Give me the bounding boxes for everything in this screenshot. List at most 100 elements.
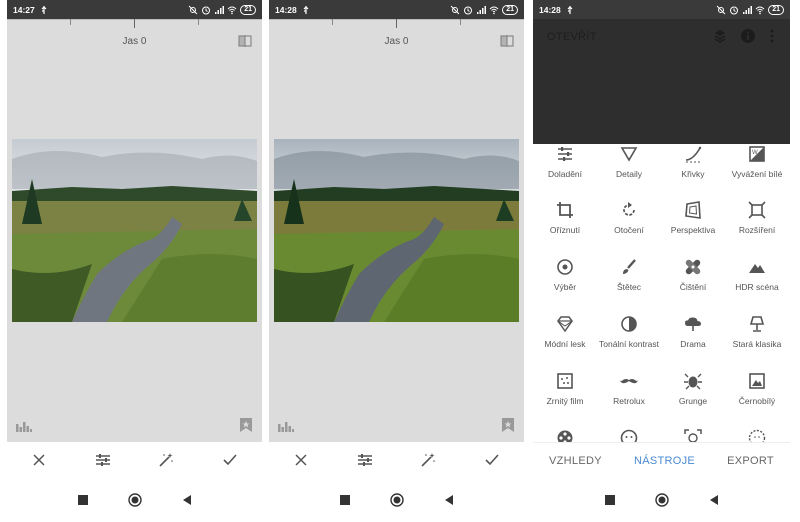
cancel-button[interactable] bbox=[30, 451, 48, 469]
android-nav-bar bbox=[533, 478, 790, 522]
perspective-icon bbox=[685, 201, 701, 219]
tool-grainy-film[interactable]: Zrnitý film bbox=[533, 371, 597, 406]
editor-canvas[interactable]: Jas 0 bbox=[7, 19, 262, 442]
alarm-icon bbox=[202, 6, 211, 14]
phone-screen-2: 14:28 21 Jas 0 bbox=[269, 0, 524, 522]
diamond-icon bbox=[557, 316, 573, 333]
auto-adjust-button[interactable] bbox=[157, 451, 175, 469]
magic-wand-icon bbox=[159, 453, 174, 467]
tool-black-white[interactable]: Černobílý bbox=[725, 371, 789, 406]
tool-retrolux[interactable]: Retrolux bbox=[597, 371, 661, 406]
tool-vintage[interactable]: Stará klasika bbox=[725, 314, 789, 349]
tool-selective[interactable]: Výběr bbox=[533, 257, 597, 292]
signal-icon bbox=[743, 5, 753, 14]
tab-looks[interactable]: VZHLEDY bbox=[549, 455, 602, 467]
tool-details[interactable]: Detaily bbox=[597, 144, 661, 179]
tool-white-balance[interactable]: W Vyvážení bílé bbox=[725, 144, 789, 179]
tool-face-pose[interactable] bbox=[661, 428, 725, 442]
nav-recents-button[interactable] bbox=[603, 493, 617, 507]
compare-icon[interactable] bbox=[238, 35, 252, 47]
tool-label: Stará klasika bbox=[732, 339, 782, 349]
tool-frames[interactable] bbox=[725, 428, 789, 442]
brush-icon bbox=[623, 259, 636, 274]
nav-home-button[interactable] bbox=[389, 493, 404, 507]
apply-button[interactable] bbox=[483, 451, 501, 469]
close-icon bbox=[295, 454, 307, 466]
open-button[interactable]: OTEVŘÍT bbox=[547, 31, 597, 43]
tool-tune[interactable]: Doladění bbox=[533, 144, 597, 179]
compare-icon[interactable] bbox=[500, 35, 514, 47]
nav-back-button[interactable] bbox=[707, 493, 721, 507]
android-nav-bar bbox=[269, 478, 524, 522]
nav-back-button[interactable] bbox=[180, 493, 194, 507]
wifi-icon bbox=[755, 6, 765, 14]
tool-label: Detaily bbox=[616, 169, 642, 179]
tool-label: Doladění bbox=[547, 169, 583, 179]
crop-icon bbox=[557, 202, 573, 218]
nav-back-button[interactable] bbox=[442, 493, 456, 507]
lamp-icon bbox=[749, 316, 765, 332]
adjustment-label: Jas 0 bbox=[122, 36, 147, 47]
mountain-icon bbox=[749, 264, 765, 273]
editor-canvas[interactable]: Jas 0 bbox=[269, 19, 524, 442]
tool-face[interactable] bbox=[597, 428, 661, 442]
white-balance-icon: W bbox=[749, 146, 765, 162]
info-icon[interactable] bbox=[740, 28, 756, 44]
adjustment-ruler[interactable] bbox=[269, 19, 524, 29]
grunge-icon bbox=[684, 373, 702, 390]
tool-drama[interactable]: Drama bbox=[661, 314, 725, 349]
tool-expand[interactable]: Rozšíření bbox=[725, 200, 789, 235]
tool-perspective[interactable]: Perspektiva bbox=[661, 200, 725, 235]
status-time: 14:27 bbox=[13, 4, 35, 15]
back-triangle-icon bbox=[182, 495, 191, 505]
svg-text:W: W bbox=[752, 150, 758, 156]
tool-curves[interactable]: Křivky bbox=[661, 144, 725, 179]
brightness-off-icon bbox=[716, 5, 726, 14]
tune-button[interactable] bbox=[356, 451, 374, 469]
tool-label: Křivky bbox=[681, 169, 705, 179]
histogram-icon[interactable] bbox=[278, 420, 294, 432]
nav-home-button[interactable] bbox=[654, 493, 669, 507]
apply-button[interactable] bbox=[221, 451, 239, 469]
tool-hdr[interactable]: HDR scéna bbox=[725, 257, 789, 292]
nav-home-button[interactable] bbox=[127, 493, 142, 507]
tool-rotate[interactable]: Otočení bbox=[597, 200, 661, 235]
nav-recents-button[interactable] bbox=[76, 493, 90, 507]
bookmark-star-icon[interactable] bbox=[502, 418, 514, 432]
nav-recents-button[interactable] bbox=[338, 493, 352, 507]
tool-glamour[interactable]: Módní lesk bbox=[533, 314, 597, 349]
healing-icon bbox=[685, 259, 701, 275]
app-bar: OTEVŘÍT bbox=[533, 19, 790, 144]
cancel-button[interactable] bbox=[292, 451, 310, 469]
tool-label: Výběr bbox=[553, 282, 577, 292]
usb-icon bbox=[303, 5, 309, 14]
tab-export[interactable]: EXPORT bbox=[727, 455, 774, 467]
tool-brush[interactable]: Štětec bbox=[597, 257, 661, 292]
tool-tonal-contrast[interactable]: Tonální kontrast bbox=[597, 314, 661, 349]
auto-adjust-button[interactable] bbox=[419, 451, 437, 469]
editor-toolbar bbox=[7, 442, 262, 478]
battery-indicator: 21 bbox=[768, 4, 784, 15]
brightness-off-icon bbox=[188, 5, 198, 14]
tool-healing[interactable]: Čištění bbox=[661, 257, 725, 292]
adjustment-ruler[interactable] bbox=[7, 19, 262, 29]
tonal-contrast-icon bbox=[621, 316, 637, 332]
tool-film-reel[interactable] bbox=[533, 428, 597, 442]
editor-toolbar bbox=[269, 442, 524, 478]
grain-icon bbox=[557, 373, 573, 389]
stack-icon[interactable] bbox=[712, 28, 728, 44]
tool-crop[interactable]: Oříznutí bbox=[533, 200, 597, 235]
tab-tools[interactable]: NÁSTROJE bbox=[634, 455, 695, 467]
status-bar: 14:28 21 bbox=[533, 0, 790, 19]
usb-icon bbox=[41, 5, 47, 14]
landscape-photo bbox=[274, 139, 519, 322]
home-circle-icon bbox=[654, 493, 669, 507]
tool-label: Módní lesk bbox=[544, 339, 586, 349]
triangle-down-icon bbox=[620, 147, 638, 162]
rotate-icon bbox=[623, 202, 635, 216]
bookmark-star-icon[interactable] bbox=[240, 418, 252, 432]
histogram-icon[interactable] bbox=[16, 420, 32, 432]
more-vert-icon[interactable] bbox=[764, 28, 780, 44]
tune-button[interactable] bbox=[94, 451, 112, 469]
tool-grunge[interactable]: Grunge bbox=[661, 371, 725, 406]
